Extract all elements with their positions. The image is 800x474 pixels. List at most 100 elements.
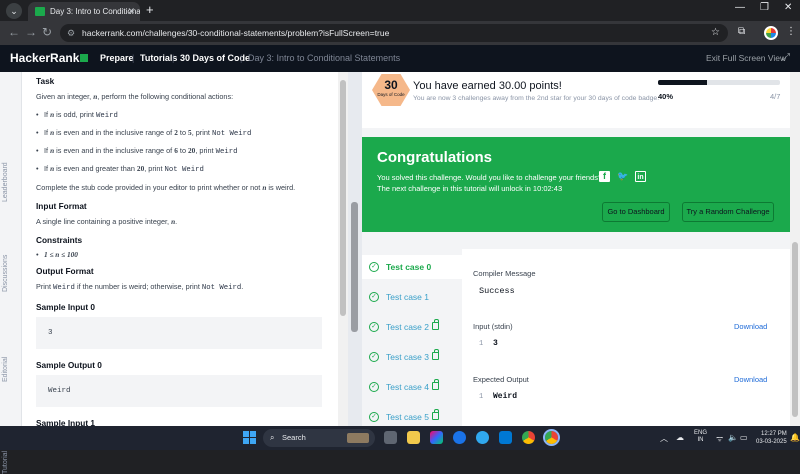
restore-icon[interactable]: ❐ bbox=[760, 2, 769, 13]
close-window-icon[interactable]: ✕ bbox=[784, 2, 792, 13]
chrome-active-icon[interactable] bbox=[543, 429, 560, 446]
nav-separator: | bbox=[240, 53, 243, 63]
cortana-icon[interactable] bbox=[476, 431, 489, 444]
weather-icon[interactable]: ☁ bbox=[676, 433, 684, 442]
forward-icon[interactable]: → bbox=[25, 25, 37, 39]
testcase-0-tab[interactable]: ✓ Test case 0 bbox=[362, 255, 462, 279]
task-view-icon[interactable] bbox=[384, 431, 397, 444]
nav-separator: | bbox=[132, 53, 135, 63]
expand-icon[interactable]: ⤢ bbox=[782, 52, 790, 63]
search-icon: ⌕ bbox=[270, 433, 275, 442]
volume-icon[interactable]: 🔈 bbox=[728, 433, 738, 442]
tab-leaderboard[interactable]: Leaderboard bbox=[2, 162, 9, 202]
testcase-2-tab[interactable]: ✓ Test case 2 bbox=[362, 315, 462, 339]
results-scrollbar[interactable] bbox=[790, 72, 800, 426]
extensions-icon[interactable]: ⧉ bbox=[738, 26, 745, 37]
list-item: If n is even and greater than 20, print … bbox=[36, 164, 338, 175]
reload-icon[interactable]: ↻ bbox=[42, 25, 52, 39]
browser-tab[interactable]: Day 3: Intro to Conditional Stat ✕ bbox=[28, 2, 140, 21]
check-icon: ✓ bbox=[369, 412, 379, 422]
lock-icon bbox=[432, 319, 439, 330]
badge-progress-text: You are now 3 challenges away from the 2… bbox=[413, 95, 660, 102]
input-format-text: A single line containing a positive inte… bbox=[36, 217, 178, 226]
testcase-3-tab[interactable]: ✓ Test case 3 bbox=[362, 345, 462, 369]
testcase-4-tab[interactable]: ✓ Test case 4 bbox=[362, 375, 462, 399]
sample-input-1-heading: Sample Input 1 bbox=[36, 418, 96, 426]
close-tab-icon[interactable]: ✕ bbox=[127, 2, 135, 21]
lock-icon bbox=[432, 379, 439, 390]
go-to-dashboard-button[interactable]: Go to Dashboard bbox=[602, 202, 670, 222]
testcase-5-tab[interactable]: ✓ Test case 5 bbox=[362, 405, 462, 426]
copilot-icon[interactable] bbox=[430, 431, 443, 444]
facebook-icon[interactable]: f bbox=[599, 171, 610, 182]
testcase-list: ✓ Test case 0 ✓ Test case 1 ✓ Test case 2 ✓… bbox=[362, 249, 462, 426]
progress-fraction: 4/7 bbox=[770, 92, 781, 101]
problem-statement: Task Given an integer, n, perform the fo… bbox=[22, 72, 338, 426]
task-intro: Given an integer, n, perform the followi… bbox=[36, 92, 234, 101]
output-format-text: Print Weird if the number is weird; othe… bbox=[36, 282, 244, 292]
url-text: hackerrank.com/challenges/30-conditional… bbox=[82, 28, 390, 38]
panel-splitter[interactable] bbox=[348, 72, 362, 426]
problem-scrollbar[interactable] bbox=[338, 72, 348, 426]
next-challenge-text: The next challenge in this tutorial will… bbox=[377, 184, 563, 193]
site-header: HackerRank Prepare | Tutorials | 30 Days… bbox=[0, 45, 800, 72]
windows-start-icon[interactable] bbox=[243, 431, 256, 444]
hackerrank-favicon-icon bbox=[35, 7, 45, 16]
badge-progress-bar bbox=[658, 80, 780, 85]
tray-chevron-icon[interactable]: ︿ bbox=[660, 433, 668, 444]
search-highlight-icon bbox=[347, 433, 369, 443]
list-item: If n is odd, print Weird bbox=[36, 110, 338, 121]
input-format-heading: Input Format bbox=[36, 201, 87, 211]
exit-fullscreen-link[interactable]: Exit Full Screen View bbox=[706, 53, 786, 63]
browser-menu-icon[interactable]: ⋮ bbox=[786, 26, 796, 37]
constraints-list: 1 ≤ n ≤ 100 bbox=[36, 250, 338, 259]
list-item: If n is even and in the inclusive range … bbox=[36, 146, 338, 157]
back-icon[interactable]: ← bbox=[8, 25, 20, 39]
edge-icon[interactable] bbox=[453, 431, 466, 444]
tab-editorial[interactable]: Editorial bbox=[2, 357, 9, 382]
system-clock[interactable]: 12:27 PM 03-03-2025 bbox=[756, 430, 787, 446]
congrats-title: Congratulations bbox=[377, 149, 492, 166]
wifi-icon[interactable]: ᯤ bbox=[716, 433, 723, 444]
notification-icon[interactable]: 🔔 bbox=[790, 433, 800, 442]
linkedin-icon[interactable]: in bbox=[635, 171, 646, 182]
store-icon[interactable] bbox=[499, 431, 512, 444]
constraints-heading: Constraints bbox=[36, 235, 83, 245]
breadcrumb-current: Day 3: Intro to Conditional Statements bbox=[248, 53, 401, 63]
lock-icon bbox=[432, 409, 439, 420]
check-icon: ✓ bbox=[369, 322, 379, 332]
check-icon: ✓ bbox=[369, 352, 379, 362]
check-icon: ✓ bbox=[369, 382, 379, 392]
tab-tutorial[interactable]: Tutorial bbox=[2, 451, 9, 474]
input-value: 3 bbox=[493, 339, 498, 348]
nav-prepare[interactable]: Prepare bbox=[100, 53, 134, 63]
file-explorer-icon[interactable] bbox=[407, 431, 420, 444]
chrome-icon[interactable] bbox=[522, 431, 535, 444]
try-random-challenge-button[interactable]: Try a Random Challenge bbox=[682, 202, 774, 222]
input-label: Input (stdin) bbox=[473, 322, 513, 331]
download-expected-link[interactable]: Download bbox=[734, 375, 767, 384]
line-number: 1 bbox=[479, 340, 484, 348]
language-indicator[interactable]: ENG IN bbox=[694, 430, 707, 444]
tab-discussions[interactable]: Discussions bbox=[2, 255, 9, 292]
hackerrank-logo[interactable]: HackerRank bbox=[10, 51, 89, 65]
stub-text: Complete the stub code provided in your … bbox=[36, 183, 296, 192]
points-bar: 30 Days of Code You have earned 30.00 po… bbox=[362, 72, 790, 128]
testcase-1-tab[interactable]: ✓ Test case 1 bbox=[362, 285, 462, 309]
output-format-heading: Output Format bbox=[36, 266, 94, 276]
compiler-message-label: Compiler Message bbox=[473, 269, 536, 278]
twitter-icon[interactable]: 🐦 bbox=[617, 171, 628, 182]
tab-search-icon[interactable]: ⌄ bbox=[6, 3, 22, 19]
minimize-icon[interactable]: — bbox=[735, 2, 745, 13]
taskbar-search[interactable]: ⌕ Search bbox=[263, 429, 375, 447]
line-number: 1 bbox=[479, 393, 484, 401]
new-tab-icon[interactable]: + bbox=[146, 2, 154, 17]
battery-icon[interactable]: ▭ bbox=[740, 433, 748, 442]
url-field[interactable]: ⚙ hackerrank.com/challenges/30-condition… bbox=[60, 24, 728, 42]
sample-output-0-heading: Sample Output 0 bbox=[36, 360, 102, 370]
site-info-icon[interactable]: ⚙ bbox=[67, 24, 75, 42]
bookmark-star-icon[interactable]: ☆ bbox=[711, 24, 720, 42]
download-input-link[interactable]: Download bbox=[734, 322, 767, 331]
congrats-solved-text: You solved this challenge. Would you lik… bbox=[377, 173, 603, 182]
profile-avatar[interactable] bbox=[764, 26, 778, 40]
